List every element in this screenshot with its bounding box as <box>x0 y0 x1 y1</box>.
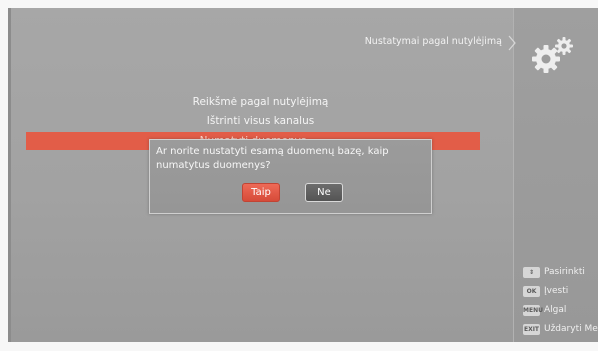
tv-screen: Reikšmė pagal nutylėjimą Ištrinti visus … <box>8 8 598 342</box>
hint-select-label: Pasirinkti <box>544 267 585 277</box>
hint-menu: MENUAlgal <box>523 302 598 321</box>
gear-icon <box>532 37 573 73</box>
hint-exit: EXIT Uždaryti Me <box>523 321 598 340</box>
key-hints: ⇕ Pasirinkti OK Įvesti MENUAlgal EXIT Uždar… <box>523 264 598 340</box>
hint-ok-label: Įvesti <box>544 286 569 296</box>
hint-exit-label: Uždaryti Me <box>544 324 598 334</box>
confirm-dialog: Ar norite nustatyti esamą duomenų bazę, … <box>149 139 432 214</box>
no-button[interactable]: Ne <box>305 183 343 202</box>
hint-menu-label: Algal <box>544 305 567 315</box>
dialog-message: Ar norite nustatyti esamą duomenų bazę, … <box>156 146 389 171</box>
chevron-right-icon <box>508 35 516 51</box>
page-title: Nustatymai pagal nutylėjimą <box>364 36 502 47</box>
menu-item-default-value[interactable]: Reikšmė pagal nutylėjimą <box>8 96 513 108</box>
hint-select: ⇕ Pasirinkti <box>523 264 598 283</box>
menu-item-delete-all-channels[interactable]: Ištrinti visus kanalus <box>8 115 513 127</box>
ok-key-icon: OK <box>523 285 540 297</box>
yes-button[interactable]: Taip <box>242 183 280 202</box>
exit-key-icon: EXIT <box>523 323 540 335</box>
updown-key-icon: ⇕ <box>523 266 540 278</box>
hint-ok: OK Įvesti <box>523 283 598 302</box>
menu-key-icon: MENU <box>523 304 543 316</box>
